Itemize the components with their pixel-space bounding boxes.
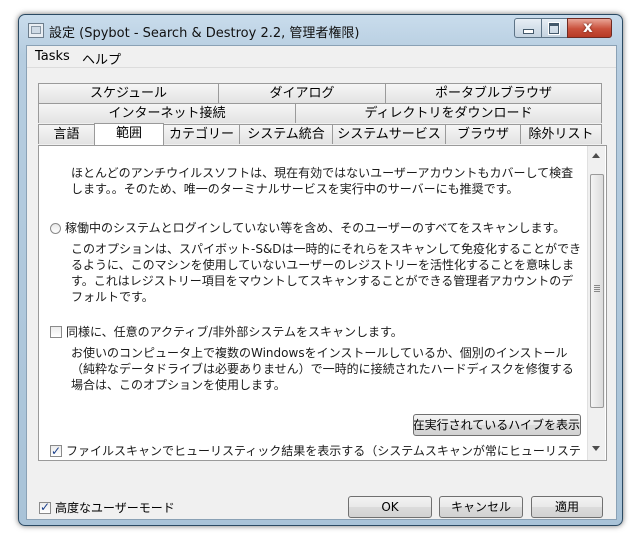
tab-row-1: スケジュール ダイアログ ポータブルブラウザ: [38, 83, 607, 104]
scope-tab-panel: ほとんどのアンチウイルスソフトは、現在有効ではないユーザーアカウントもカバーして…: [38, 145, 607, 461]
tab-schedule[interactable]: スケジュール: [38, 83, 219, 103]
menu-tasks[interactable]: Tasks: [35, 49, 70, 64]
scroll-down-icon[interactable]: [592, 446, 600, 451]
minimize-icon: [523, 29, 534, 34]
scan-all-users-label: 稼働中のシステムとログインしていない等を含め、そのユーザーのすべてをスキャンしま…: [65, 221, 566, 235]
tab-internet-connection[interactable]: インターネット接続: [38, 103, 296, 123]
vertical-scrollbar[interactable]: [587, 146, 605, 460]
apply-button[interactable]: 適用: [531, 496, 603, 518]
scan-other-systems-checkbox[interactable]: [50, 326, 62, 338]
tab-browser[interactable]: ブラウザ: [445, 124, 521, 144]
scroll-thumb[interactable]: [590, 174, 604, 408]
grip-icon: [594, 287, 600, 288]
app-icon: [28, 23, 44, 38]
settings-window: 設定 (Spybot - Search & Destroy 2.2, 管理者権限…: [18, 14, 623, 526]
cancel-button[interactable]: キャンセル: [439, 496, 523, 518]
menu-help[interactable]: ヘルプ: [82, 49, 121, 68]
advanced-user-mode[interactable]: 高度なユーザーモード: [39, 499, 175, 516]
tab-language[interactable]: 言語: [38, 124, 95, 144]
ok-button[interactable]: OK: [348, 496, 432, 518]
intro-text: ほとんどのアンチウイルスソフトは、現在有効ではないユーザーアカウントもカバーして…: [71, 166, 574, 196]
tab-scope[interactable]: 範囲: [94, 123, 164, 145]
scroll-up-icon[interactable]: [592, 153, 600, 158]
heuristic-results-checkbox[interactable]: [50, 443, 62, 459]
maximize-icon: [548, 22, 560, 35]
tab-system-services[interactable]: システムサービス: [332, 124, 446, 144]
scroll-content: ほとんどのアンチウイルスソフトは、現在有効ではないユーザーアカウントもカバーして…: [39, 146, 587, 460]
tab-row-3: 言語 範囲 カテゴリー システム統合 システムサービス ブラウザ 除外リスト: [38, 123, 607, 145]
close-button[interactable]: x: [567, 18, 612, 38]
minimize-button[interactable]: [514, 18, 542, 38]
window-title: 設定 (Spybot - Search & Destroy 2.2, 管理者権限…: [49, 26, 360, 41]
close-icon: x: [583, 18, 593, 36]
show-running-hives-button[interactable]: 現在実行されているハイブを表示: [413, 414, 581, 436]
scan-all-users-description: このオプションは、スパイボット-S&Dは一時的にそれらをスキャンして免疫化するこ…: [71, 242, 581, 304]
advanced-user-mode-label: 高度なユーザーモード: [55, 501, 175, 515]
tab-dialog[interactable]: ダイアログ: [218, 83, 386, 103]
tab-system-integration[interactable]: システム統合: [239, 124, 333, 144]
option-scan-all-users[interactable]: 稼働中のシステムとログインしていない等を含め、そのユーザーのすべてをスキャンしま…: [50, 220, 565, 236]
scan-all-users-radio[interactable]: [50, 223, 61, 234]
title-bar[interactable]: 設定 (Spybot - Search & Destroy 2.2, 管理者権限…: [19, 15, 622, 45]
menu-bar: Tasks ヘルプ: [27, 46, 616, 68]
maximize-button[interactable]: [541, 18, 568, 38]
tab-category[interactable]: カテゴリー: [163, 124, 240, 144]
advanced-user-mode-checkbox[interactable]: [39, 500, 51, 514]
tab-row-2: インターネット接続 ディレクトリをダウンロード: [38, 103, 607, 124]
scan-other-systems-label: 同様に、任意のアクティブ/非外部システムをスキャンします。: [66, 325, 403, 339]
scan-other-systems-description: お使いのコンピュータ上で複数のWindowsをインストールしているか、個別のイン…: [71, 346, 574, 392]
client-area: Tasks ヘルプ スケジュール ダイアログ ポータブルブラウザ インターネット…: [26, 45, 617, 520]
tab-exclusions[interactable]: 除外リスト: [520, 124, 602, 144]
tab-portable-browser[interactable]: ポータブルブラウザ: [385, 83, 602, 103]
heuristic-results-label: ファイルスキャンでヒューリスティック結果を表示する（システムスキャンが常にヒュー…: [66, 444, 581, 458]
option-scan-other-systems[interactable]: 同様に、任意のアクティブ/非外部システムをスキャンします。: [50, 324, 403, 340]
option-heuristic-results[interactable]: ファイルスキャンでヒューリスティック結果を表示する（システムスキャンが常にヒュー…: [50, 443, 587, 459]
tab-download-directory[interactable]: ディレクトリをダウンロード: [295, 103, 602, 123]
